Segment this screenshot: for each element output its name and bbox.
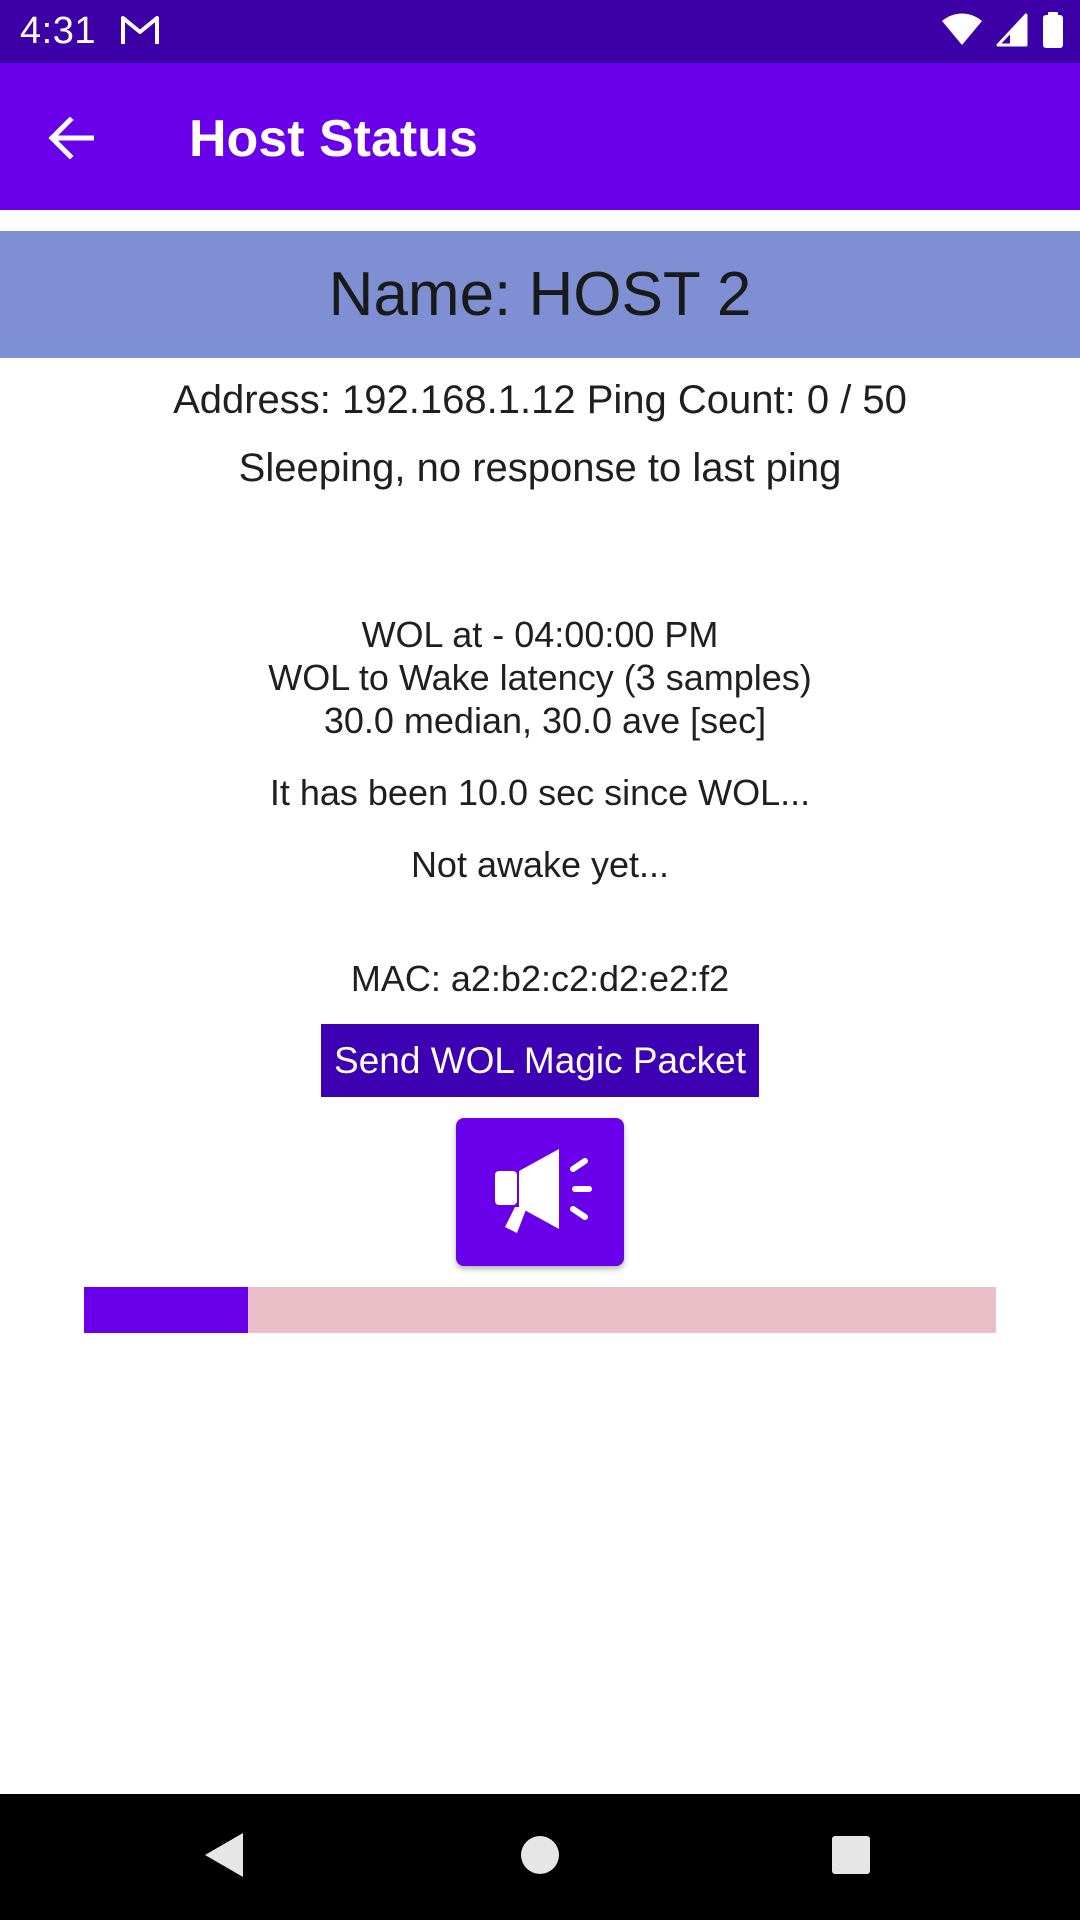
- status-time: 4:31: [20, 10, 96, 52]
- nav-back-icon: [203, 1831, 247, 1884]
- wifi-icon: [942, 13, 982, 52]
- signal-icon: [996, 13, 1028, 52]
- app-bar: Host Status: [0, 63, 1080, 210]
- mac-address: MAC: a2:b2:c2:d2:e2:f2: [350, 958, 730, 999]
- nav-home-button[interactable]: [507, 1824, 573, 1890]
- nav-recents-button[interactable]: [818, 1824, 884, 1890]
- gmail-icon: [120, 14, 160, 46]
- status-bar: 4:31: [0, 0, 1080, 63]
- wol-latency-label: WOL to Wake latency (3 samples): [268, 657, 812, 698]
- host-status: Sleeping, no response to last ping: [238, 446, 842, 490]
- wol-latency-values: 30.0 median, 30.0 ave [sec]: [313, 700, 767, 741]
- navigation-bar: [0, 1794, 1080, 1920]
- page-title: Host Status: [189, 110, 478, 168]
- nav-back-button[interactable]: [192, 1824, 258, 1890]
- wake-progress-bar: [84, 1287, 996, 1333]
- arrow-back-icon: [48, 115, 95, 164]
- wol-info: WOL at - 04:00:00 PM WOL to Wake latency…: [0, 613, 1080, 742]
- wol-time: WOL at - 04:00:00 PM: [361, 614, 719, 655]
- since-wol-text: It has been 10.0 sec since WOL...: [269, 772, 811, 813]
- battery-icon: [1042, 11, 1064, 53]
- host-name-banner: Name: HOST 2: [0, 231, 1080, 358]
- nav-home-icon: [519, 1834, 561, 1881]
- send-wol-button[interactable]: Send WOL Magic Packet: [321, 1024, 759, 1097]
- status-icons: [942, 11, 1064, 53]
- megaphone-icon: [485, 1135, 595, 1250]
- host-address: Address: 192.168.1.12 Ping Count: 0 / 50: [173, 378, 907, 422]
- nav-recents-icon: [831, 1835, 871, 1880]
- awake-status-text: Not awake yet...: [410, 844, 670, 885]
- megaphone-button[interactable]: [456, 1118, 624, 1266]
- wake-progress-fill: [84, 1287, 249, 1333]
- host-name: Name: HOST 2: [328, 260, 752, 329]
- back-button[interactable]: [28, 97, 114, 183]
